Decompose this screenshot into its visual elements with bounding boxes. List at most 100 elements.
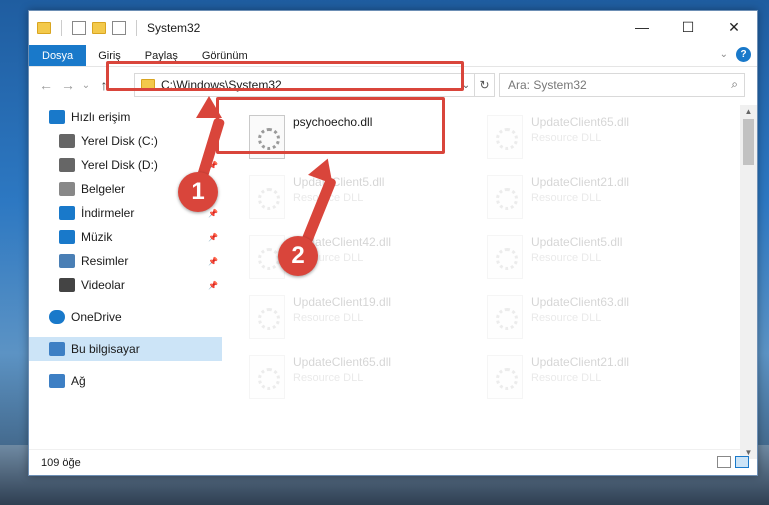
file-type: Resource DLL bbox=[293, 192, 364, 204]
file-name: UpdateClient21.dll bbox=[531, 175, 630, 189]
vertical-scrollbar[interactable]: ▲ ▼ bbox=[740, 105, 757, 459]
file-type: Resource DLL bbox=[531, 252, 602, 264]
file-type: Resource DLL bbox=[531, 312, 602, 324]
file-list: psychoecho.dll UpdateClient65.dll Resource… bbox=[222, 105, 738, 459]
ribbon-tabs: Dosya Giriş Paylaş Görünüm ⌄ ? bbox=[29, 45, 757, 67]
file-item[interactable]: UpdateClient65.dll Resource DLL bbox=[249, 351, 479, 405]
sidebar-item-label: İndirmeler bbox=[81, 206, 135, 220]
file-item[interactable]: UpdateClient21.dll Resource DLL bbox=[487, 351, 717, 405]
file-type: Resource DLL bbox=[293, 312, 364, 324]
pin-icon[interactable]: 📌 bbox=[208, 233, 218, 242]
forward-button[interactable]: → bbox=[57, 77, 79, 93]
address-dropdown-button[interactable]: ⌄ bbox=[458, 80, 474, 91]
file-item[interactable]: UpdateClient5.dll Resource DLL bbox=[487, 231, 717, 285]
sidebar-item-label: Yerel Disk (D:) bbox=[81, 158, 158, 172]
sidebar-item-label: Videolar bbox=[81, 278, 125, 292]
file-name: UpdateClient21.dll bbox=[531, 355, 630, 369]
scroll-up-icon[interactable]: ▲ bbox=[740, 107, 757, 116]
dll-file-icon bbox=[487, 175, 523, 219]
sidebar-item-label: Yerel Disk (C:) bbox=[81, 134, 158, 148]
recent-locations-button[interactable]: ⌄ bbox=[79, 80, 93, 91]
sidebar-item-label: Hızlı erişim bbox=[71, 110, 131, 124]
pin-icon[interactable]: 📌 bbox=[208, 281, 218, 290]
drive-icon bbox=[59, 158, 75, 172]
sidebar-item-ağ[interactable]: Ağ bbox=[29, 369, 222, 393]
file-item[interactable]: UpdateClient65.dll Resource DLL bbox=[487, 111, 717, 165]
sidebar-item-hızlı-erişim[interactable]: Hızlı erişim bbox=[29, 105, 222, 129]
sidebar-item-label: Belgeler bbox=[81, 182, 126, 196]
star-icon bbox=[49, 110, 65, 124]
dll-file-icon bbox=[487, 115, 523, 159]
folder-icon bbox=[141, 79, 155, 91]
file-type: Resource DLL bbox=[531, 132, 602, 144]
status-bar: 109 öğe bbox=[29, 449, 757, 475]
file-item[interactable]: UpdateClient63.dll Resource DLL bbox=[487, 291, 717, 345]
file-name: UpdateClient65.dll bbox=[531, 115, 630, 129]
customize-toolbar-icon[interactable] bbox=[112, 21, 126, 35]
sidebar-item-label: Bu bilgisayar bbox=[71, 342, 140, 356]
network-icon bbox=[49, 374, 65, 388]
dll-file-icon bbox=[487, 295, 523, 339]
step-2-badge: 2 bbox=[278, 236, 318, 276]
file-type: Resource DLL bbox=[531, 192, 602, 204]
file-type: Resource DLL bbox=[531, 372, 602, 384]
download-icon bbox=[59, 206, 75, 220]
refresh-button[interactable]: ↻ bbox=[474, 74, 494, 96]
sidebar-item-resimler[interactable]: Resimler 📌 bbox=[29, 249, 222, 273]
quick-access-toolbar bbox=[37, 20, 141, 36]
sidebar-item-label: OneDrive bbox=[71, 310, 122, 324]
address-path[interactable]: C:\Windows\System32 bbox=[161, 78, 458, 92]
large-icons-view-icon[interactable] bbox=[735, 456, 749, 468]
title-bar: System32 — ☐ ✕ bbox=[29, 11, 757, 45]
sidebar-item-label: Resimler bbox=[81, 254, 129, 268]
tab-file[interactable]: Dosya bbox=[29, 45, 87, 66]
sidebar-item-müzik[interactable]: Müzik 📌 bbox=[29, 225, 222, 249]
back-button[interactable]: ← bbox=[35, 77, 57, 93]
file-item[interactable]: UpdateClient21.dll Resource DLL bbox=[487, 171, 717, 225]
dll-file-icon bbox=[249, 355, 285, 399]
sidebar-item-label: Müzik bbox=[81, 230, 113, 244]
properties-icon[interactable] bbox=[72, 21, 86, 35]
file-name: UpdateClient5.dll bbox=[531, 235, 623, 249]
dll-file-icon bbox=[249, 175, 285, 219]
sidebar-item-onedrive[interactable]: OneDrive bbox=[29, 305, 222, 329]
scrollbar-thumb[interactable] bbox=[743, 119, 754, 165]
documents-icon bbox=[59, 182, 75, 196]
pictures-icon bbox=[59, 254, 75, 268]
sidebar-item-bu-bilgisayar[interactable]: Bu bilgisayar bbox=[29, 337, 222, 361]
item-count: 109 öğe bbox=[41, 456, 81, 469]
cloud-icon bbox=[49, 310, 65, 324]
close-button[interactable]: ✕ bbox=[711, 11, 757, 43]
address-bar[interactable]: C:\Windows\System32 ⌄ ↻ bbox=[134, 73, 495, 97]
dll-file-icon bbox=[487, 235, 523, 279]
file-name: UpdateClient19.dll bbox=[293, 295, 392, 309]
window-title: System32 bbox=[147, 21, 201, 35]
folder-icon bbox=[37, 22, 51, 34]
sidebar-item-yerel-disk-c-[interactable]: Yerel Disk (C:)📌 bbox=[29, 129, 222, 153]
dll-file-icon bbox=[487, 355, 523, 399]
search-input[interactable]: Ara: System32 ⌕ bbox=[499, 73, 745, 97]
up-button[interactable]: ↑ bbox=[93, 77, 115, 93]
details-view-icon[interactable] bbox=[717, 456, 731, 468]
pin-icon[interactable]: 📌 bbox=[208, 257, 218, 266]
file-type: Resource DLL bbox=[293, 372, 364, 384]
sidebar-item-label: Ağ bbox=[71, 374, 86, 388]
pin-icon[interactable]: 📌 bbox=[208, 209, 218, 218]
divider bbox=[61, 20, 62, 36]
tab-share[interactable]: Paylaş bbox=[133, 45, 190, 66]
annotation-arrowhead-1 bbox=[196, 96, 222, 118]
file-item[interactable]: UpdateClient5.dll Resource DLL bbox=[249, 171, 479, 225]
maximize-button[interactable]: ☐ bbox=[665, 11, 711, 43]
minimize-button[interactable]: — bbox=[619, 11, 665, 43]
file-highlight bbox=[216, 97, 445, 154]
sidebar-item-videolar[interactable]: Videolar 📌 bbox=[29, 273, 222, 297]
tab-view[interactable]: Görünüm bbox=[190, 45, 260, 66]
help-icon[interactable]: ? bbox=[736, 47, 751, 62]
expand-ribbon-icon[interactable]: ⌄ bbox=[720, 49, 728, 60]
new-folder-icon[interactable] bbox=[92, 22, 106, 34]
tab-home[interactable]: Giriş bbox=[86, 45, 133, 66]
file-name: UpdateClient65.dll bbox=[293, 355, 392, 369]
file-item[interactable]: UpdateClient19.dll Resource DLL bbox=[249, 291, 479, 345]
video-icon bbox=[59, 278, 75, 292]
divider bbox=[136, 20, 137, 36]
